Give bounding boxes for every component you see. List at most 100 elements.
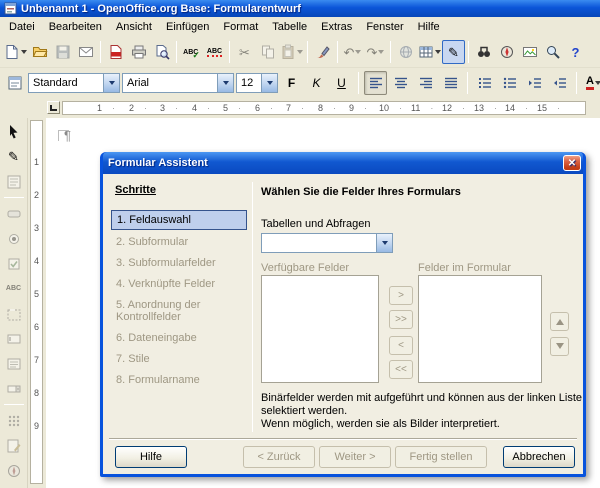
ruler-number: 2 <box>129 103 147 113</box>
menu-item-einfuegen[interactable]: Einfügen <box>159 18 216 36</box>
hyperlink-button[interactable] <box>394 40 417 64</box>
text-box-control[interactable] <box>2 327 26 350</box>
design-mode-button[interactable]: ✎ <box>2 145 26 168</box>
menu-item-hilfe[interactable]: Hilfe <box>411 18 447 36</box>
email-button[interactable] <box>74 40 97 64</box>
control-properties-button[interactable] <box>2 170 26 193</box>
font-color-icon: A <box>586 76 594 90</box>
ruler-number: 15 <box>537 103 560 113</box>
copy-button[interactable] <box>256 40 279 64</box>
move-left-button[interactable]: < <box>389 336 413 355</box>
vertical-ruler-strip[interactable]: 1 2 3 4 5 6 7 8 9 <box>30 120 43 484</box>
undo-button[interactable]: ↶ <box>341 40 364 64</box>
increase-indent-button[interactable] <box>548 71 571 95</box>
form-design-button[interactable] <box>2 434 26 457</box>
paragraph-style-combo[interactable]: Standard <box>28 73 120 93</box>
step-item-feldauswahl[interactable]: 1. Feldauswahl <box>111 210 247 230</box>
dialog-close-button[interactable]: ✕ <box>563 155 581 171</box>
move-right-button[interactable]: > <box>389 286 413 305</box>
italic-button[interactable]: K <box>305 72 328 94</box>
styles-window-button[interactable] <box>3 71 26 95</box>
move-field-down-button[interactable] <box>550 337 569 356</box>
finish-button[interactable]: Fertig stellen <box>395 446 487 468</box>
fields-in-form-listbox[interactable] <box>418 275 542 383</box>
numbering-button[interactable] <box>473 71 496 95</box>
gallery-button[interactable] <box>518 40 541 64</box>
label-field-control[interactable]: ABC <box>2 277 26 300</box>
auto-spellcheck-button[interactable]: ABC <box>203 40 226 64</box>
combo-box-control[interactable] <box>2 377 26 400</box>
export-pdf-button[interactable] <box>104 40 127 64</box>
list-box-control[interactable] <box>2 352 26 375</box>
menu-item-extras[interactable]: Extras <box>314 18 359 36</box>
navigator-button[interactable] <box>495 40 518 64</box>
paste-button[interactable] <box>279 40 304 64</box>
menu-item-fenster[interactable]: Fenster <box>359 18 410 36</box>
form-navigator-button[interactable] <box>2 459 26 482</box>
bullets-button[interactable] <box>498 71 521 95</box>
underline-button[interactable]: U <box>330 72 353 94</box>
cut-button[interactable]: ✂ <box>233 40 256 64</box>
tab-stop-selector[interactable] <box>47 101 60 114</box>
justify-button[interactable] <box>439 71 462 95</box>
menu-item-format[interactable]: Format <box>216 18 265 36</box>
insert-table-button[interactable] <box>417 40 442 64</box>
bold-button[interactable]: F <box>280 72 303 94</box>
menu-item-tabelle[interactable]: Tabelle <box>265 18 314 36</box>
step-item-anordnung[interactable]: 5. Anordnung der Kontrollfelder <box>111 296 247 326</box>
zoom-button[interactable] <box>541 40 564 64</box>
menu-item-datei[interactable]: Datei <box>2 18 42 36</box>
spellcheck-button[interactable]: ABC ✓ <box>180 40 203 64</box>
push-button-control[interactable] <box>2 202 26 225</box>
help-dialog-button[interactable]: Hilfe <box>115 446 187 468</box>
step-item-verknuepfte-felder[interactable]: 4. Verknüpfte Felder <box>111 275 247 293</box>
format-paintbrush-button[interactable] <box>311 40 334 64</box>
back-button[interactable]: < Zurück <box>243 446 315 468</box>
move-all-right-button[interactable]: >> <box>389 310 413 329</box>
check-box-control[interactable] <box>2 252 26 275</box>
option-button-control[interactable] <box>2 227 26 250</box>
select-button[interactable] <box>2 120 26 143</box>
tables-combo-dropdown-button[interactable] <box>376 234 392 252</box>
group-box-control[interactable] <box>2 302 26 325</box>
more-controls-button[interactable] <box>2 409 26 432</box>
new-document-button[interactable] <box>3 40 28 64</box>
paragraph-style-dropdown-button[interactable] <box>103 74 119 92</box>
page-preview-button[interactable] <box>150 40 173 64</box>
decrease-indent-button[interactable] <box>523 71 546 95</box>
font-size-value: 12 <box>237 77 261 89</box>
step-item-dateneingabe[interactable]: 6. Dateneingabe <box>111 329 247 347</box>
font-name-combo[interactable]: Arial <box>122 73 234 93</box>
open-button[interactable] <box>28 40 51 64</box>
align-right-button[interactable] <box>414 71 437 95</box>
move-field-up-button[interactable] <box>550 312 569 331</box>
available-fields-listbox[interactable] <box>261 275 379 383</box>
print-button[interactable] <box>127 40 150 64</box>
cancel-button[interactable]: Abbrechen <box>503 446 575 468</box>
ruler-number: 4 <box>192 103 210 113</box>
step-item-subformularfelder[interactable]: 3. Subformularfelder <box>111 254 247 272</box>
menu-item-bearbeiten[interactable]: Bearbeiten <box>42 18 109 36</box>
show-draw-functions-button[interactable]: ✎ <box>442 40 465 64</box>
horizontal-ruler-strip[interactable]: 1 2 3 4 5 6 7 8 9 10 11 12 13 14 15 <box>62 101 586 115</box>
toolbar-separator <box>229 41 230 63</box>
help-button[interactable]: ? <box>564 40 587 64</box>
tables-and-queries-combo[interactable] <box>261 233 393 253</box>
align-center-button[interactable] <box>389 71 412 95</box>
redo-button[interactable]: ↷ <box>364 40 387 64</box>
align-left-button[interactable] <box>364 71 387 95</box>
move-all-left-button[interactable]: << <box>389 360 413 379</box>
font-color-button[interactable]: A <box>582 71 600 95</box>
dropdown-arrow-icon <box>355 50 361 54</box>
find-replace-button[interactable] <box>472 40 495 64</box>
step-item-formularname[interactable]: 8. Formularname <box>111 371 247 389</box>
font-size-dropdown-button[interactable] <box>261 74 277 92</box>
font-name-dropdown-button[interactable] <box>217 74 233 92</box>
menu-item-ansicht[interactable]: Ansicht <box>109 18 159 36</box>
save-button[interactable] <box>51 40 74 64</box>
ruler-number: 5 <box>34 289 39 299</box>
step-item-subformular[interactable]: 2. Subformular <box>111 233 247 251</box>
next-button[interactable]: Weiter > <box>319 446 391 468</box>
font-size-combo[interactable]: 12 <box>236 73 278 93</box>
step-item-stile[interactable]: 7. Stile <box>111 350 247 368</box>
